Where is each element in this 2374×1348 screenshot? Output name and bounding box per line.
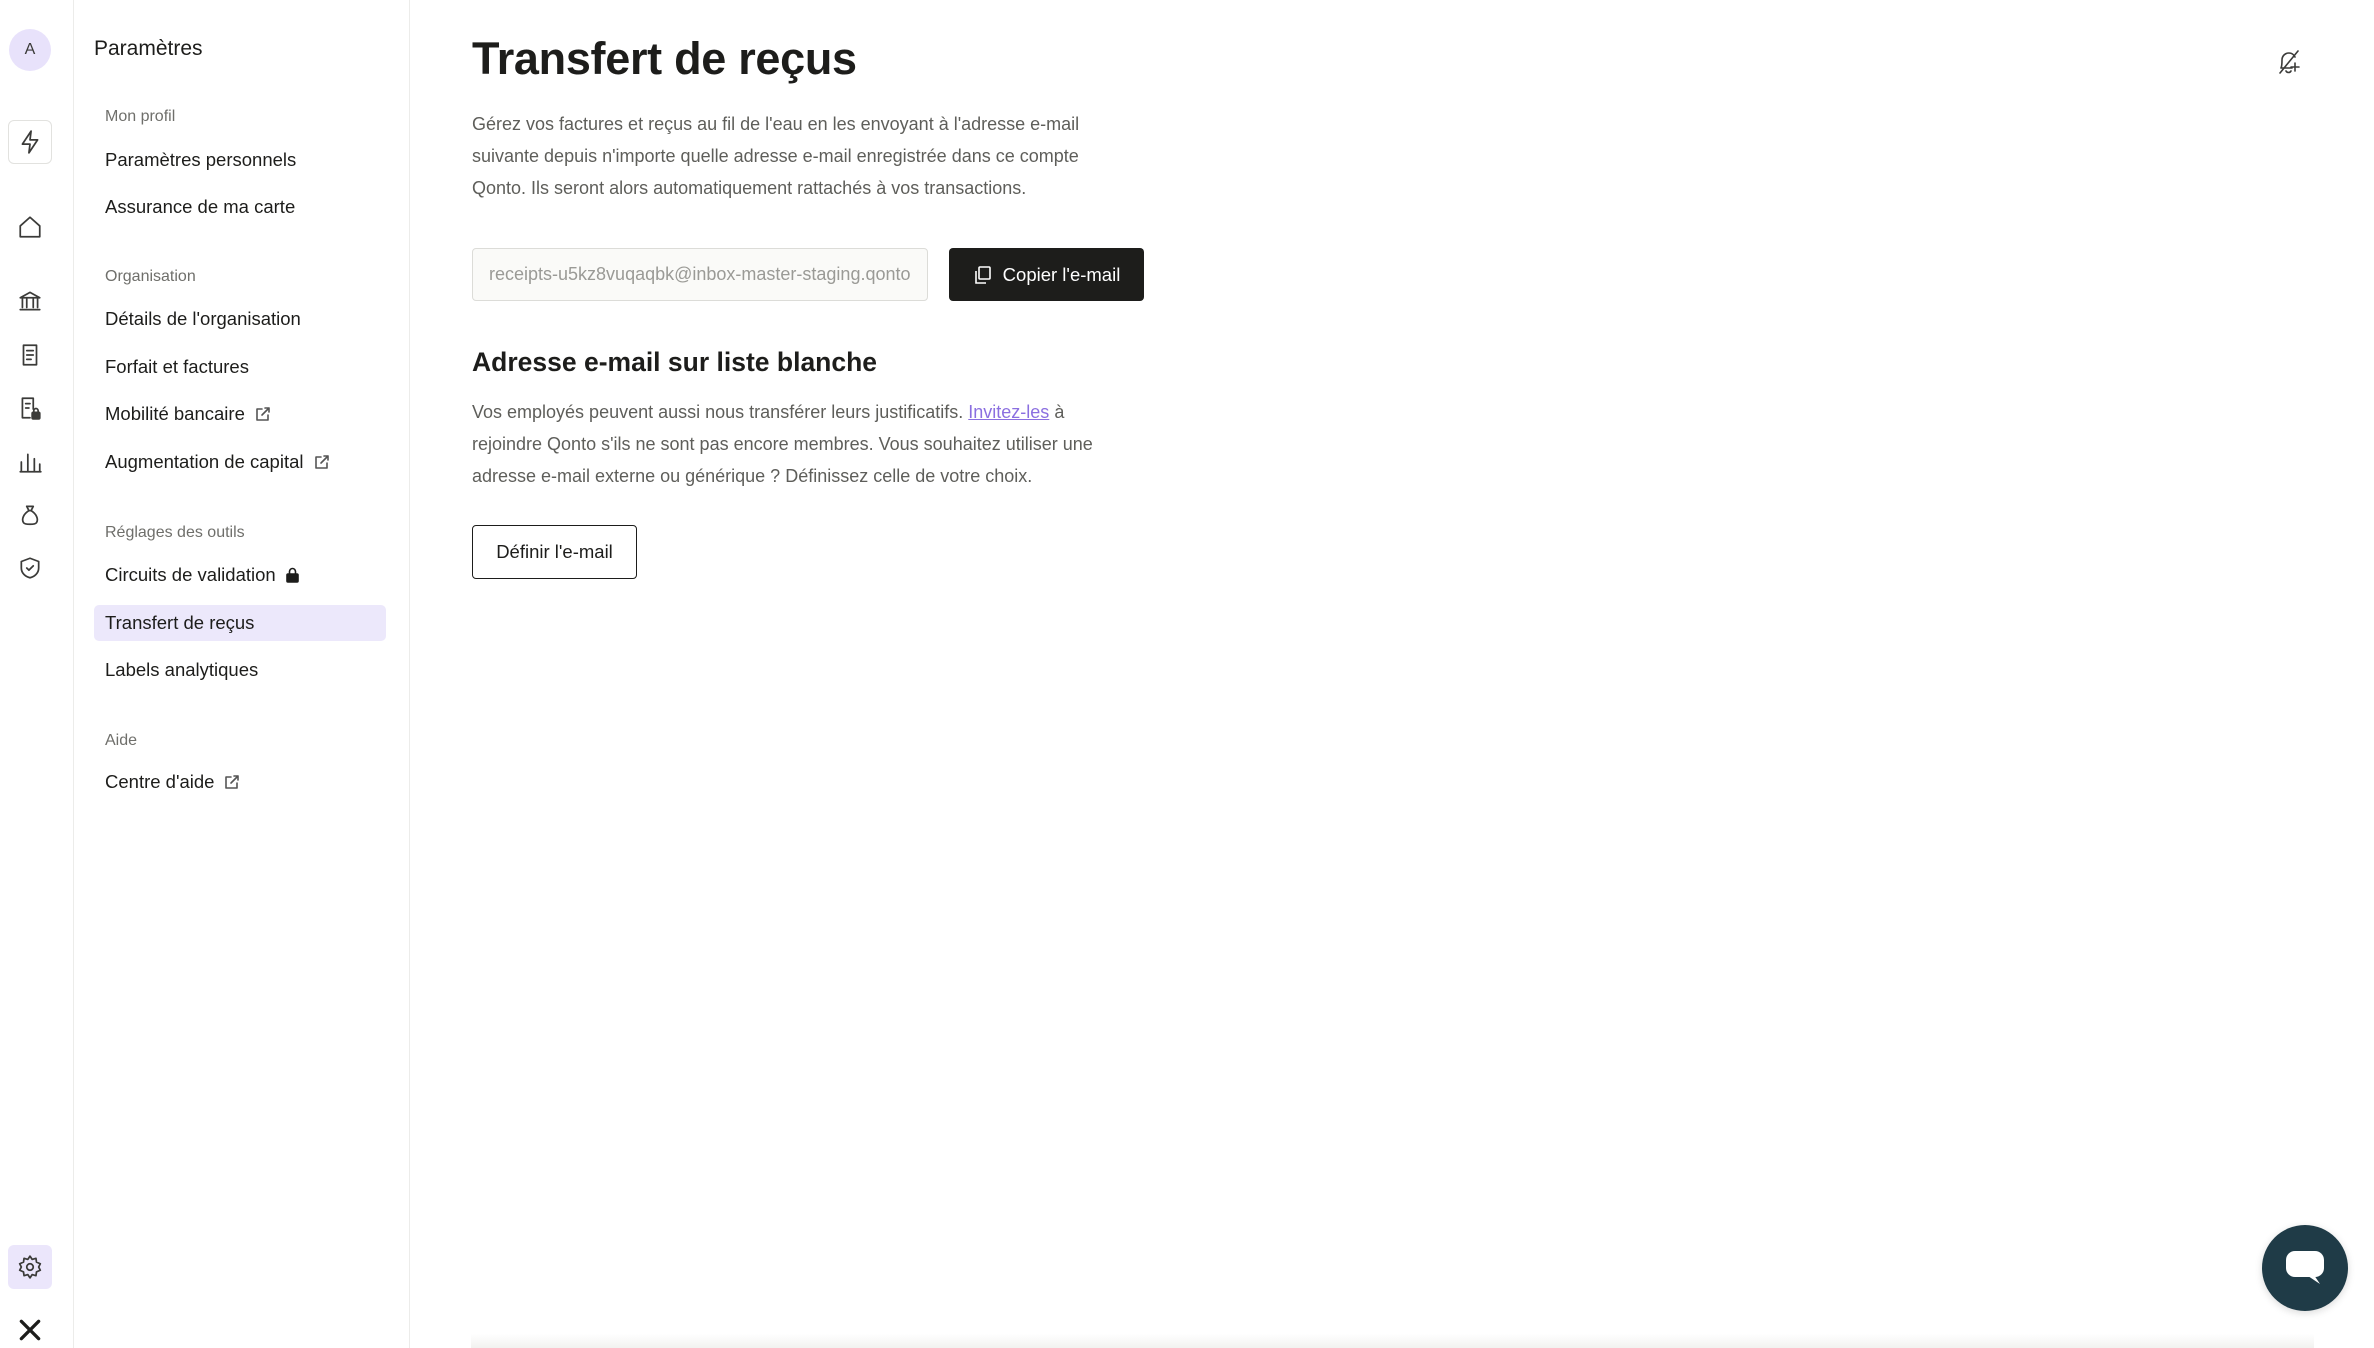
avatar[interactable]: A [9,29,51,71]
copy-icon [974,265,991,284]
nav-item-transfert-recus[interactable]: Transfert de reçus [94,605,386,641]
section-mon-profil: Mon profil [105,108,176,125]
invite-link[interactable]: Invitez-les [968,402,1049,422]
shield-icon[interactable] [8,546,52,590]
page-title: Transfert de reçus [472,33,857,84]
receipt-email-input[interactable] [472,248,928,301]
chat-button[interactable] [2262,1225,2348,1311]
notification-bell-icon[interactable] [2273,46,2305,78]
bar-chart-icon[interactable] [8,440,52,484]
nav-item-mobilite-bancaire[interactable]: Mobilité bancaire [94,396,386,432]
nav-item-details-organisation[interactable]: Détails de l'organisation [94,301,386,337]
nav-item-parametres-personnels[interactable]: Paramètres personnels [94,142,386,178]
nav-title: Paramètres [94,37,203,60]
bank-icon[interactable] [8,279,52,323]
money-bag-icon[interactable] [8,493,52,537]
define-email-button[interactable]: Définir l'e-mail [472,525,637,579]
nav-item-augmentation-capital[interactable]: Augmentation de capital [94,444,386,480]
settings-nav: Paramètres Mon profil Paramètres personn… [75,0,410,1348]
external-link-icon [256,407,270,421]
lightning-icon[interactable] [8,120,52,164]
nav-item-forfait-factures[interactable]: Forfait et factures [94,349,386,385]
gear-icon[interactable] [8,1245,52,1289]
chat-icon [2286,1251,2324,1284]
whitelist-title: Adresse e-mail sur liste blanche [472,347,878,377]
copy-email-button[interactable]: Copier l'e-mail [949,248,1144,301]
page-description: Gérez vos factures et reçus au fil de l'… [472,114,1080,198]
icon-rail: A [0,0,74,1348]
section-aide: Aide [105,732,138,749]
nav-item-circuits-validation[interactable]: Circuits de validation [94,557,386,593]
receipt-lock-icon[interactable] [8,386,52,430]
whitelist-description: Vos employés peuvent aussi nous transfér… [472,402,1093,486]
external-link-icon [225,775,240,789]
nav-item-labels-analytiques[interactable]: Labels analytiques [94,652,386,688]
section-reglages-outils: Réglages des outils [105,524,245,541]
section-organisation: Organisation [105,268,196,285]
nav-item-assurance-carte[interactable]: Assurance de ma carte [94,189,386,225]
home-icon[interactable] [8,205,52,249]
external-link-icon [314,455,329,469]
nav-item-centre-aide[interactable]: Centre d'aide [94,764,386,800]
main-content: Transfert de reçus Gérez vos factures et… [411,0,2374,1348]
invoice-icon[interactable] [8,333,52,377]
bottom-fade [471,1334,2314,1348]
lock-icon [285,567,299,583]
qonto-logo-icon[interactable] [8,1308,52,1348]
